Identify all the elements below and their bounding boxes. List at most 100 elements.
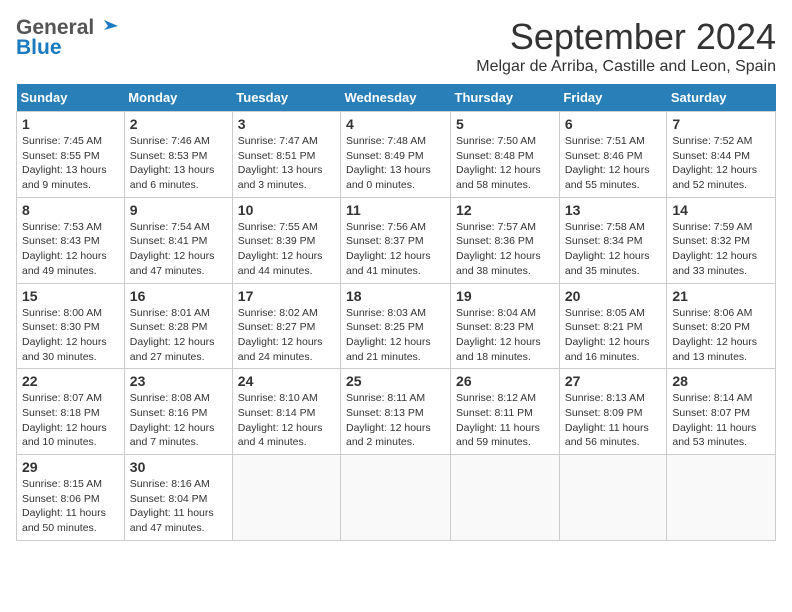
day-number: 5 [456, 116, 554, 132]
calendar-cell: 15 Sunrise: 8:00 AMSunset: 8:30 PMDayligh… [17, 283, 125, 369]
calendar-cell: 6 Sunrise: 7:51 AMSunset: 8:46 PMDaylight… [559, 112, 667, 198]
week-row-5: 29 Sunrise: 8:15 AMSunset: 8:06 PMDayligh… [17, 455, 776, 541]
day-number: 19 [456, 288, 554, 304]
day-info: Sunrise: 7:55 AMSunset: 8:39 PMDaylight:… [238, 220, 335, 279]
calendar-cell: 18Sunrise: 8:03 AMSunset: 8:25 PMDayligh… [341, 283, 451, 369]
calendar-cell: 23 Sunrise: 8:08 AMSunset: 8:16 PMDayligh… [124, 369, 232, 455]
day-info: Sunrise: 7:52 AMSunset: 8:44 PMDaylight:… [672, 134, 770, 193]
day-number: 16 [130, 288, 227, 304]
day-number: 13 [565, 202, 662, 218]
weekday-header-wednesday: Wednesday [341, 84, 451, 112]
calendar-cell: 22 Sunrise: 8:07 AMSunset: 8:18 PMDayligh… [17, 369, 125, 455]
weekday-header-tuesday: Tuesday [232, 84, 340, 112]
calendar-cell [341, 455, 451, 541]
day-info: Sunrise: 8:03 AMSunset: 8:25 PMDaylight:… [346, 306, 445, 365]
day-info: Sunrise: 7:47 AMSunset: 8:51 PMDaylight:… [238, 134, 335, 193]
day-info: Sunrise: 7:59 AMSunset: 8:32 PMDaylight:… [672, 220, 770, 279]
calendar-cell [667, 455, 776, 541]
weekday-header-friday: Friday [559, 84, 667, 112]
title-section: September 2024 Melgar de Arriba, Castill… [476, 16, 776, 76]
calendar-cell: 12Sunrise: 7:57 AMSunset: 8:36 PMDayligh… [451, 197, 560, 283]
day-number: 27 [565, 373, 662, 389]
day-number: 3 [238, 116, 335, 132]
day-info: Sunrise: 8:05 AMSunset: 8:21 PMDaylight:… [565, 306, 662, 365]
week-row-4: 22 Sunrise: 8:07 AMSunset: 8:18 PMDayligh… [17, 369, 776, 455]
day-number: 15 [22, 288, 119, 304]
day-info: Sunrise: 8:12 AMSunset: 8:11 PMDaylight:… [456, 391, 554, 450]
day-info: Sunrise: 8:15 AMSunset: 8:06 PMDaylight:… [22, 477, 119, 536]
calendar-cell: 7 Sunrise: 7:52 AMSunset: 8:44 PMDaylight… [667, 112, 776, 198]
day-number: 26 [456, 373, 554, 389]
calendar-header-row: SundayMondayTuesdayWednesdayThursdayFrid… [17, 84, 776, 112]
calendar-cell [232, 455, 340, 541]
day-number: 20 [565, 288, 662, 304]
day-number: 6 [565, 116, 662, 132]
day-number: 24 [238, 373, 335, 389]
day-info: Sunrise: 7:50 AMSunset: 8:48 PMDaylight:… [456, 134, 554, 193]
day-number: 23 [130, 373, 227, 389]
day-info: Sunrise: 7:51 AMSunset: 8:46 PMDaylight:… [565, 134, 662, 193]
day-number: 10 [238, 202, 335, 218]
calendar-cell: 11 Sunrise: 7:56 AMSunset: 8:37 PMDayligh… [341, 197, 451, 283]
calendar-cell: 29 Sunrise: 8:15 AMSunset: 8:06 PMDayligh… [17, 455, 125, 541]
calendar-cell: 26 Sunrise: 8:12 AMSunset: 8:11 PMDayligh… [451, 369, 560, 455]
weekday-header-monday: Monday [124, 84, 232, 112]
day-info: Sunrise: 8:14 AMSunset: 8:07 PMDaylight:… [672, 391, 770, 450]
calendar-cell: 4 Sunrise: 7:48 AMSunset: 8:49 PMDaylight… [341, 112, 451, 198]
logo: General Blue [16, 16, 118, 60]
calendar-cell: 13Sunrise: 7:58 AMSunset: 8:34 PMDayligh… [559, 197, 667, 283]
day-number: 25 [346, 373, 445, 389]
day-info: Sunrise: 7:56 AMSunset: 8:37 PMDaylight:… [346, 220, 445, 279]
day-info: Sunrise: 7:57 AMSunset: 8:36 PMDaylight:… [456, 220, 554, 279]
calendar-cell: 16 Sunrise: 8:01 AMSunset: 8:28 PMDayligh… [124, 283, 232, 369]
day-info: Sunrise: 7:48 AMSunset: 8:49 PMDaylight:… [346, 134, 445, 193]
day-number: 1 [22, 116, 119, 132]
day-number: 14 [672, 202, 770, 218]
day-number: 22 [22, 373, 119, 389]
calendar-cell: 5 Sunrise: 7:50 AMSunset: 8:48 PMDaylight… [451, 112, 560, 198]
calendar-cell: 17Sunrise: 8:02 AMSunset: 8:27 PMDayligh… [232, 283, 340, 369]
day-info: Sunrise: 8:01 AMSunset: 8:28 PMDaylight:… [130, 306, 227, 365]
calendar-cell: 28Sunrise: 8:14 AMSunset: 8:07 PMDayligh… [667, 369, 776, 455]
weekday-header-sunday: Sunday [17, 84, 125, 112]
day-number: 4 [346, 116, 445, 132]
day-info: Sunrise: 7:46 AMSunset: 8:53 PMDaylight:… [130, 134, 227, 193]
page-header: General Blue September 2024 Melgar de Ar… [16, 16, 776, 76]
day-info: Sunrise: 8:13 AMSunset: 8:09 PMDaylight:… [565, 391, 662, 450]
day-info: Sunrise: 7:53 AMSunset: 8:43 PMDaylight:… [22, 220, 119, 279]
day-number: 11 [346, 202, 445, 218]
day-info: Sunrise: 7:54 AMSunset: 8:41 PMDaylight:… [130, 220, 227, 279]
day-info: Sunrise: 8:11 AMSunset: 8:13 PMDaylight:… [346, 391, 445, 450]
day-info: Sunrise: 8:06 AMSunset: 8:20 PMDaylight:… [672, 306, 770, 365]
calendar-cell: 14 Sunrise: 7:59 AMSunset: 8:32 PMDayligh… [667, 197, 776, 283]
week-row-2: 8 Sunrise: 7:53 AMSunset: 8:43 PMDaylight… [17, 197, 776, 283]
day-number: 29 [22, 459, 119, 475]
day-number: 30 [130, 459, 227, 475]
calendar-cell: 9 Sunrise: 7:54 AMSunset: 8:41 PMDaylight… [124, 197, 232, 283]
day-number: 8 [22, 202, 119, 218]
calendar-cell: 20 Sunrise: 8:05 AMSunset: 8:21 PMDayligh… [559, 283, 667, 369]
calendar-cell: 1Sunrise: 7:45 AMSunset: 8:55 PMDaylight… [17, 112, 125, 198]
week-row-1: 1Sunrise: 7:45 AMSunset: 8:55 PMDaylight… [17, 112, 776, 198]
logo-blue: Blue [16, 36, 62, 60]
calendar-cell: 3 Sunrise: 7:47 AMSunset: 8:51 PMDaylight… [232, 112, 340, 198]
calendar-cell: 2 Sunrise: 7:46 AMSunset: 8:53 PMDaylight… [124, 112, 232, 198]
weekday-header-thursday: Thursday [451, 84, 560, 112]
day-info: Sunrise: 8:10 AMSunset: 8:14 PMDaylight:… [238, 391, 335, 450]
calendar-table: SundayMondayTuesdayWednesdayThursdayFrid… [16, 84, 776, 541]
location: Melgar de Arriba, Castille and Leon, Spa… [476, 58, 776, 76]
logo-bird-icon [96, 16, 118, 38]
week-row-3: 15 Sunrise: 8:00 AMSunset: 8:30 PMDayligh… [17, 283, 776, 369]
weekday-header-saturday: Saturday [667, 84, 776, 112]
day-number: 7 [672, 116, 770, 132]
day-info: Sunrise: 8:02 AMSunset: 8:27 PMDaylight:… [238, 306, 335, 365]
day-info: Sunrise: 8:04 AMSunset: 8:23 PMDaylight:… [456, 306, 554, 365]
calendar-cell: 24 Sunrise: 8:10 AMSunset: 8:14 PMDayligh… [232, 369, 340, 455]
calendar-cell [451, 455, 560, 541]
day-info: Sunrise: 8:08 AMSunset: 8:16 PMDaylight:… [130, 391, 227, 450]
day-number: 2 [130, 116, 227, 132]
day-number: 9 [130, 202, 227, 218]
day-number: 21 [672, 288, 770, 304]
day-info: Sunrise: 8:07 AMSunset: 8:18 PMDaylight:… [22, 391, 119, 450]
day-info: Sunrise: 8:00 AMSunset: 8:30 PMDaylight:… [22, 306, 119, 365]
